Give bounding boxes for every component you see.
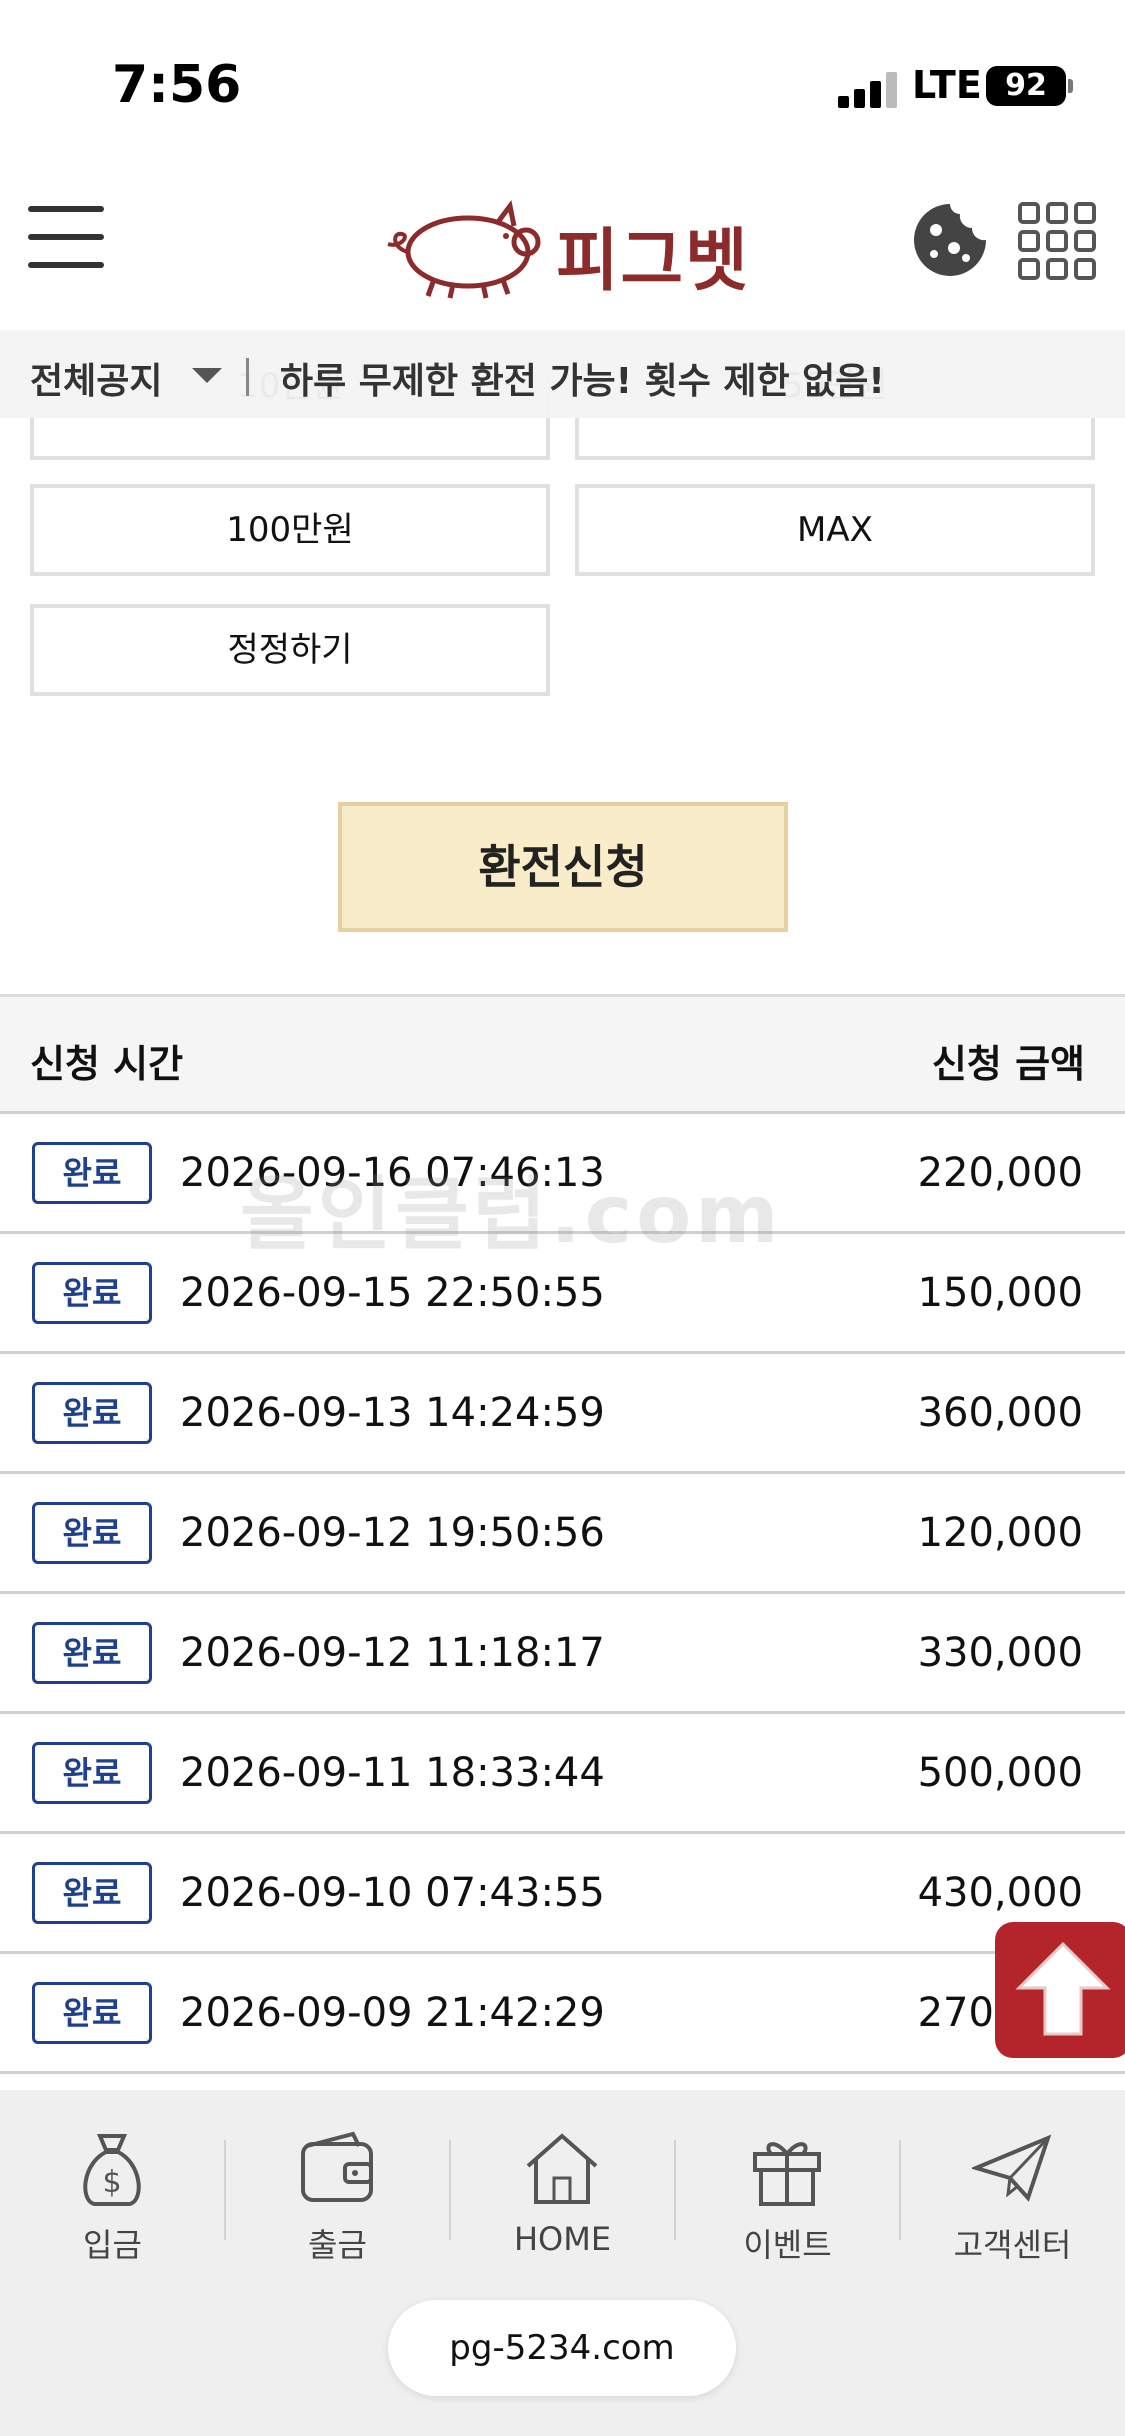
battery-icon: 92 [986,66,1066,106]
row-amount: 360,000 [917,1390,1083,1436]
nav-label: 입금 [83,2226,142,2264]
signal-icon [838,72,898,108]
header: 피그벳 [0,170,1125,330]
table-header: 신청 시간 신청 금액 [0,994,1125,1114]
watermark: 올인클럽.com [240,1168,783,1261]
status-time: 7:56 [112,55,242,115]
row-date: 2026-09-11 18:33:44 [180,1750,605,1796]
caret-down-icon[interactable] [192,368,222,383]
table-row[interactable]: 완료 2026-09-10 07:43:55 430,000 [0,1834,1125,1954]
table-row[interactable]: 완료 2026-09-12 19:50:56 120,000 [0,1474,1125,1594]
amount-button-max[interactable]: MAX [575,484,1095,576]
row-amount: 500,000 [917,1750,1083,1796]
network-type: LTE [912,63,982,107]
row-date: 2026-09-12 11:18:17 [180,1630,605,1676]
status-badge: 완료 [32,1142,152,1204]
status-badge: 완료 [32,1982,152,2044]
row-date: 2026-09-10 07:43:55 [180,1870,605,1916]
row-amount: 150,000 [917,1270,1083,1316]
nav-label: 출금 [308,2226,367,2264]
wallet-icon [301,2131,373,2202]
status-badge: 완료 [32,1262,152,1324]
grid-menu-icon[interactable] [1018,202,1096,280]
nav-home[interactable]: HOME [450,2120,675,2270]
status-badge: 완료 [32,1742,152,1804]
notice-label[interactable]: 전체공지 [30,352,162,404]
nav-event[interactable]: 이벤트 [675,2120,900,2270]
status-bar: 7:56 LTE 92 [0,0,1125,170]
nav-label: 고객센터 [953,2226,1072,2264]
pig-logo-icon [387,200,541,299]
nav-deposit[interactable]: $ 입금 [0,2120,225,2270]
table-row[interactable]: 완료 2026-09-11 18:33:44 500,000 [0,1714,1125,1834]
table-row[interactable]: 완료 2026-09-12 11:18:17 330,000 [0,1594,1125,1714]
battery-nub [1068,79,1073,93]
nav-withdraw[interactable]: 출금 [225,2120,450,2270]
reset-button[interactable]: 정정하기 [30,604,550,696]
nav-label: 이벤트 [743,2226,832,2264]
row-date: 2026-09-15 22:50:55 [180,1270,605,1316]
cookie-icon[interactable] [910,200,990,280]
home-icon [526,2133,598,2204]
svg-text:$: $ [102,2165,121,2200]
row-amount: 330,000 [917,1630,1083,1676]
amount-button-100man[interactable]: 100만원 [30,484,550,576]
arrow-up-icon [1015,1941,1111,2036]
divider [246,358,249,396]
status-badge: 완료 [32,1382,152,1444]
column-header-time: 신청 시간 [30,1042,184,1086]
row-date: 2026-09-12 19:50:56 [180,1510,605,1556]
row-date: 2026-09-09 21:42:29 [180,1990,605,2036]
row-amount: 120,000 [917,1510,1083,1556]
status-badge: 완료 [32,1622,152,1684]
nav-support[interactable]: 고객센터 [900,2120,1125,2270]
paper-plane-icon [972,2134,1052,2202]
status-badge: 완료 [32,1862,152,1924]
column-header-amount: 신청 금액 [931,1042,1085,1086]
table-row[interactable]: 완료 2026-09-09 21:42:29 270,000 [0,1954,1125,2074]
logo-text: 피그벳 [556,222,750,301]
logo[interactable]: 피그벳 [378,190,758,301]
gift-icon [753,2142,821,2206]
hamburger-menu-icon[interactable] [28,202,104,272]
table-row[interactable]: 완료 2026-09-13 14:24:59 360,000 [0,1354,1125,1474]
row-amount: 430,000 [917,1870,1083,1916]
row-amount: 220,000 [917,1150,1083,1196]
nav-label: HOME [513,2220,612,2258]
notice-text: 하루 무제한 환전 가능! 횟수 제한 없음! [280,361,885,402]
money-bag-icon: $ [83,2134,141,2206]
address-bar[interactable]: pg-5234.com [388,2300,736,2396]
status-badge: 완료 [32,1502,152,1564]
notice-bar[interactable]: 전체공지 하루 무제한 환전 가능! 횟수 제한 없음! [0,330,1125,418]
row-date: 2026-09-13 14:24:59 [180,1390,605,1436]
scroll-top-button[interactable] [995,1922,1125,2058]
exchange-apply-button[interactable]: 환전신청 [338,802,788,932]
bottom-nav: $ 입금 출금 HOME 이벤트 고객센터 pg-5234.com [0,2090,1125,2436]
